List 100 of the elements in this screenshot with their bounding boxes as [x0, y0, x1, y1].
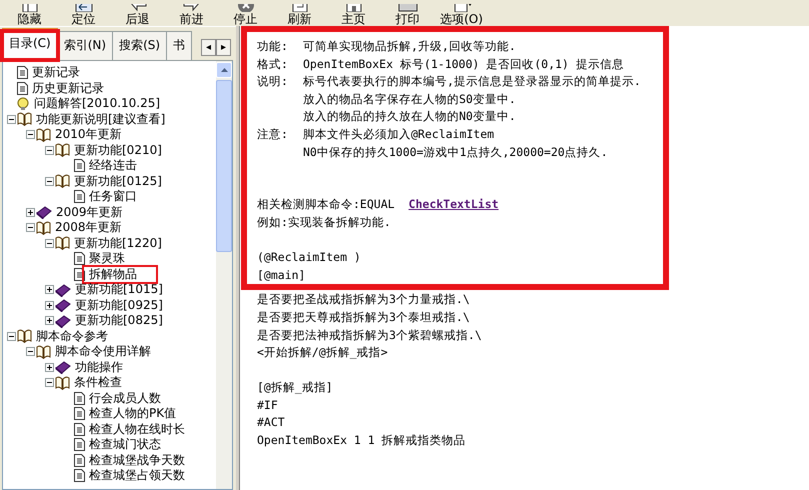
expand-toggle[interactable] [45, 316, 54, 326]
collapse-toggle[interactable] [26, 130, 35, 140]
open-book-icon [17, 329, 32, 344]
tree-item[interactable]: 经络连击 [88, 157, 138, 174]
highlight-frame [0, 29, 60, 62]
tree-item[interactable]: 2008年更新 [54, 219, 123, 236]
field-text: 可简单实现物品拆解,升级,回收等功能. [303, 38, 516, 55]
closed-book-icon [55, 282, 71, 297]
closed-book-icon [55, 360, 71, 374]
page-icon [74, 469, 85, 482]
tree-item[interactable]: 更新功能[1220] [73, 234, 163, 252]
tree-item[interactable]: 任务窗口 [88, 188, 138, 206]
page-icon [74, 190, 85, 204]
tree-item[interactable]: 条件检查 [73, 374, 123, 392]
code-line: [@main] [257, 266, 306, 284]
caret-up-icon [220, 68, 228, 72]
page-icon [74, 159, 85, 172]
collapse-toggle[interactable] [45, 176, 54, 186]
page-icon [74, 392, 85, 405]
tree-item[interactable]: 聚灵珠 [88, 250, 126, 268]
field-label: 注意: [257, 126, 289, 143]
toolbar-button[interactable]: 定位 [58, 4, 109, 26]
code-line: #IF [257, 396, 278, 414]
toolbar-button[interactable]: 前进 [166, 4, 217, 26]
content-line: 是否要把法神戒指拆解为3个紫碧螺戒指.\ [257, 326, 482, 344]
tree-item[interactable]: 更新记录 [31, 64, 81, 82]
open-book-icon [55, 236, 70, 250]
field-text: N0中保存的持久1000=游戏中1点持久,20000=20点持久. [302, 144, 608, 161]
tab-scroll-button[interactable]: ◂ [201, 39, 216, 56]
tree-item[interactable]: 问题解答[2010.10.25] [33, 95, 162, 112]
tree-item[interactable]: 功能操作 [74, 358, 124, 376]
lightbulb-icon [17, 96, 30, 111]
code-line: (@ReclaimItem ) [257, 249, 361, 266]
toolbar-button[interactable]: 选项(O) [436, 4, 487, 26]
field-text: 脚本文件头必须加入@ReclaimItem [303, 126, 494, 143]
scrollbar-thumb[interactable] [216, 80, 232, 252]
tree-item[interactable]: 检查城门状态 [88, 436, 162, 454]
tree-item[interactable]: 更新功能[1015] [74, 281, 164, 298]
tree-item[interactable]: 拆解物品 [88, 266, 138, 283]
toolbar-button[interactable]: 后退 [112, 4, 163, 26]
collapse-toggle[interactable] [45, 378, 54, 388]
page-icon [74, 422, 85, 436]
expand-toggle[interactable] [45, 300, 54, 310]
printer-icon [396, 4, 418, 12]
field-text: 放入的物品名字保存在人物的S0变量中. [302, 90, 516, 108]
tree-item[interactable]: 行会成员人数 [88, 390, 162, 407]
tab[interactable]: 书 [166, 31, 192, 60]
expand-toggle[interactable] [45, 285, 54, 294]
page-icon [17, 82, 28, 95]
closed-book-icon [36, 205, 52, 220]
open-book-icon [36, 128, 51, 142]
scroll-up-button[interactable] [216, 62, 232, 78]
content-line: OpenItemBoxEx 1 1 拆解戒指类物品 [257, 432, 466, 450]
collapse-toggle[interactable] [7, 114, 16, 124]
field-label: 功能: [257, 38, 289, 55]
field-text: 标号代表要执行的脚本编号,提示信息是登录器显示的简单提示. [303, 73, 641, 90]
tree-item[interactable]: 功能更新说明[建议查看] [35, 110, 166, 128]
toolbar-button[interactable]: 停止 [220, 4, 271, 26]
tree-item[interactable]: 历史更新记录 [31, 80, 105, 97]
tree-item[interactable]: 2009年更新 [55, 204, 124, 221]
locate-icon [72, 4, 94, 12]
content-line: <开始拆解/@拆解_戒指> [257, 344, 388, 362]
tree-item[interactable]: 检查人物的PK值 [88, 405, 178, 422]
page-icon [74, 454, 85, 467]
link[interactable]: CheckTextList [408, 196, 499, 214]
collapse-toggle[interactable] [45, 146, 54, 155]
tree-item[interactable]: 2010年更新 [54, 126, 123, 144]
closed-book-icon [55, 298, 71, 312]
content-line: 是否要把圣战戒指拆解为3个力量戒指.\ [257, 291, 470, 308]
field-label: 说明: [257, 73, 289, 90]
page-icon [74, 252, 85, 266]
toolbar-button[interactable]: 主页 [328, 4, 379, 26]
toolbar-button[interactable]: 隐藏 [4, 4, 55, 26]
toolbar-button[interactable]: 打印 [382, 4, 433, 26]
tree-item[interactable]: 更新功能[0210] [73, 142, 163, 159]
collapse-toggle[interactable] [45, 238, 54, 248]
expand-toggle[interactable] [45, 362, 54, 372]
tree-item[interactable]: 检查城堡占领天数 [88, 467, 186, 484]
collapse-toggle[interactable] [26, 223, 35, 232]
tab[interactable]: 搜索(S) [112, 31, 168, 60]
toolbar-button[interactable]: 刷新 [274, 4, 325, 26]
tree-item[interactable]: 脚本命令使用详解 [54, 343, 152, 360]
content-line: 例如:实现装备拆解功能. [257, 214, 391, 231]
tree-item[interactable]: 更新功能[0825] [74, 312, 164, 330]
code-line: #ACT [257, 414, 285, 432]
tab-scroll-button[interactable]: ▸ [216, 39, 231, 56]
open-book-icon [36, 344, 51, 359]
field-text: OpenItemBoxEx 标号(1-1000) 是否回收(0,1) 提示信息 [303, 56, 624, 73]
content-line: 相关检测脚本命令:EQUAL [257, 196, 395, 214]
open-book-icon [55, 174, 70, 188]
expand-toggle[interactable] [26, 208, 35, 217]
tree-item[interactable]: 更新功能[0125] [73, 172, 163, 190]
tree-item[interactable]: 检查人物在线时长 [88, 420, 186, 438]
tree-item[interactable]: 脚本命令参考 [35, 328, 109, 345]
collapse-toggle[interactable] [7, 332, 16, 341]
open-book-icon [55, 376, 70, 390]
collapse-toggle[interactable] [26, 347, 35, 356]
tree-item[interactable]: 更新功能[0925] [74, 296, 164, 314]
tree-item[interactable]: 检查城堡战争天数 [88, 452, 186, 469]
code-line: [@拆解_戒指] [257, 379, 333, 396]
